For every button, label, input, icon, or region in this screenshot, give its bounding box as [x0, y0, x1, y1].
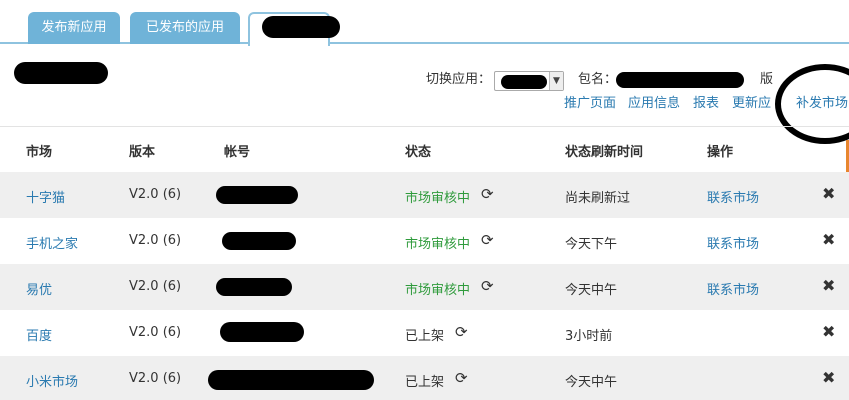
refresh-time-cell: 尚未刷新过	[565, 191, 631, 206]
redacted-tab-label	[262, 16, 340, 38]
status-cell: 已上架	[405, 329, 445, 344]
version-label: 版	[760, 72, 774, 87]
refresh-time-cell: 3小时前	[565, 329, 613, 344]
version-cell: V2.0 (6)	[129, 371, 182, 386]
tab-published-apps[interactable]: 已发布的应用	[130, 12, 240, 44]
market-link[interactable]: 易优	[26, 279, 52, 298]
market-link[interactable]: 百度	[26, 325, 52, 344]
redacted-account	[220, 322, 304, 342]
tab-bar: 发布新应用 已发布的应用	[0, 0, 849, 46]
close-icon[interactable]: ✖	[822, 184, 835, 203]
header-account: 帐号	[224, 145, 251, 160]
redacted-package-name	[616, 72, 744, 88]
contact-market-link[interactable]: 联系市场	[707, 279, 759, 298]
refresh-icon[interactable]: ⟳	[481, 277, 494, 295]
table-row: 小米市场 V2.0 (6) 已上架 ⟳ 今天中午 ✖	[0, 356, 849, 400]
status-cell: 市场审核中	[405, 191, 471, 206]
table-row: 十字猫 V2.0 (6) 市场审核中 ⟳ 尚未刷新过 联系市场 ✖	[0, 172, 849, 218]
redacted-app-title	[14, 62, 108, 84]
market-link[interactable]: 十字猫	[26, 187, 65, 206]
table-row: 易优 V2.0 (6) 市场审核中 ⟳ 今天中午 联系市场 ✖	[0, 264, 849, 310]
status-cell: 市场审核中	[405, 237, 471, 252]
close-icon[interactable]: ✖	[822, 322, 835, 341]
refresh-icon[interactable]: ⟳	[481, 231, 494, 249]
app-info-link[interactable]: 应用信息	[628, 94, 680, 114]
table-row: 手机之家 V2.0 (6) 市场审核中 ⟳ 今天下午 联系市场 ✖	[0, 218, 849, 264]
status-cell: 已上架	[405, 375, 445, 390]
switch-app-label: 切换应用：	[426, 72, 492, 87]
redacted-account	[216, 186, 298, 204]
market-link[interactable]: 小米市场	[26, 371, 78, 390]
close-icon[interactable]: ✖	[822, 368, 835, 387]
switch-app-select[interactable]: ▼	[494, 71, 564, 91]
header-version: 版本	[129, 145, 156, 160]
version-cell: V2.0 (6)	[129, 279, 182, 294]
refresh-icon[interactable]: ⟳	[455, 369, 468, 387]
contact-market-link[interactable]: 联系市场	[707, 233, 759, 252]
report-link[interactable]: 报表	[693, 94, 719, 114]
update-app-link[interactable]: 更新应	[732, 94, 771, 114]
redacted-app-select-value	[501, 75, 547, 89]
table-row: 百度 V2.0 (6) 已上架 ⟳ 3小时前 ✖	[0, 310, 849, 356]
chevron-down-icon: ▼	[549, 72, 563, 90]
market-link[interactable]: 手机之家	[26, 233, 78, 252]
header-refresh-time: 状态刷新时间	[565, 145, 644, 160]
redacted-account	[208, 370, 374, 390]
version-cell: V2.0 (6)	[129, 325, 182, 340]
refresh-time-cell: 今天中午	[565, 283, 618, 298]
redacted-account	[222, 232, 296, 250]
promo-page-link[interactable]: 推广页面	[564, 94, 616, 114]
status-cell: 市场审核中	[405, 283, 471, 298]
close-icon[interactable]: ✖	[822, 276, 835, 295]
header-status: 状态	[405, 145, 432, 160]
version-cell: V2.0 (6)	[129, 233, 182, 248]
refresh-time-cell: 今天下午	[565, 237, 618, 252]
refresh-time-cell: 今天中午	[565, 375, 618, 390]
package-name-label: 包名：	[578, 72, 618, 87]
contact-market-link[interactable]: 联系市场	[707, 187, 759, 206]
refresh-icon[interactable]: ⟳	[481, 185, 494, 203]
redacted-account	[216, 278, 292, 296]
header-market: 市场	[26, 145, 53, 160]
close-icon[interactable]: ✖	[822, 230, 835, 249]
version-cell: V2.0 (6)	[129, 187, 182, 202]
table-header: 市场 版本 帐号 状态 状态刷新时间 操作	[0, 126, 849, 172]
refresh-icon[interactable]: ⟳	[455, 323, 468, 341]
tab-publish-new[interactable]: 发布新应用	[28, 12, 120, 44]
header-action: 操作	[707, 145, 734, 160]
